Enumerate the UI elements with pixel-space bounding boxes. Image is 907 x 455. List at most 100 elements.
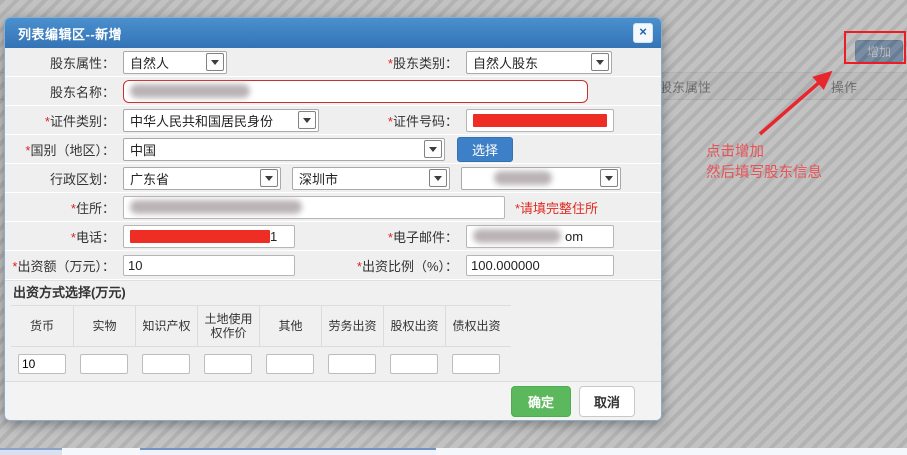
shareholder-name-label: 股东名称： <box>5 82 115 101</box>
cancel-button[interactable]: 取消 <box>579 386 635 417</box>
shareholder-attribute-label: 股东属性： <box>5 53 115 72</box>
phone-visible-suffix: 1 <box>270 229 277 244</box>
capital-ratio-input[interactable] <box>466 255 614 276</box>
email-label: *电子邮件： <box>343 227 458 246</box>
capital-ip-input[interactable] <box>142 354 190 374</box>
redacted-certificate-number <box>473 114 607 127</box>
capital-amount-input[interactable] <box>123 255 295 276</box>
chevron-down-icon[interactable] <box>260 169 278 187</box>
capital-labor-input[interactable] <box>328 354 376 374</box>
label-text: 国别（地区）： <box>30 143 115 158</box>
address-input[interactable] <box>123 196 505 219</box>
capital-currency-input[interactable] <box>18 354 66 374</box>
capital-col-header: 货币 <box>11 306 73 346</box>
bottom-strip-segment <box>0 448 62 455</box>
capital-method-input-row <box>11 347 511 381</box>
address-note: *请填完整住所 <box>515 198 598 217</box>
district-province-select[interactable]: 广东省 <box>123 167 281 190</box>
chevron-down-icon[interactable] <box>206 53 224 71</box>
email-input[interactable]: om <box>466 225 614 248</box>
annotation-line-1: 点击增加 <box>706 142 822 163</box>
phone-input[interactable]: 1 <box>123 225 295 248</box>
bottom-strip-segment <box>140 448 436 455</box>
label-text: 股东名称： <box>50 85 115 100</box>
form-row-shareholder-name: 股东名称： <box>5 77 661 106</box>
country-select-button[interactable]: 选择 <box>457 137 513 162</box>
capital-landuse-input[interactable] <box>204 354 252 374</box>
capital-col-header: 股权出资 <box>383 306 445 346</box>
label-text: 住所： <box>76 201 115 216</box>
dialog-title: 列表编辑区--新增 <box>18 24 122 43</box>
capital-col-header: 债权出资 <box>445 306 507 346</box>
capital-debt-input[interactable] <box>452 354 500 374</box>
label-text: 股东属性： <box>50 56 115 71</box>
form-row-capital: *出资额（万元）： *出资比例（%）： <box>5 251 661 280</box>
capital-method-section: 出资方式选择(万元) 货币 实物 知识产权 土地使用权作价 其他 劳务出资 股权… <box>5 280 661 381</box>
redacted-name <box>130 84 250 98</box>
form-row-district: 行政区划： 广东省 深圳市 <box>5 164 661 193</box>
shareholder-name-input[interactable] <box>123 80 588 103</box>
combo-value: 中华人民共和国居民身份 <box>130 111 273 130</box>
redacted-phone <box>130 230 270 243</box>
close-icon[interactable]: × <box>633 23 653 43</box>
label-text: 出资比例（%）： <box>362 259 458 274</box>
combo-value: 广东省 <box>130 169 169 188</box>
combo-value: 自然人 <box>130 53 169 72</box>
label-text: 证件类别： <box>50 114 115 129</box>
district-county-select[interactable] <box>461 167 621 190</box>
confirm-button[interactable]: 确定 <box>511 386 571 417</box>
label-text: 电话： <box>76 230 115 245</box>
label-text: 股东类别： <box>393 56 458 71</box>
dialog-titlebar: 列表编辑区--新增 × <box>5 18 661 48</box>
annotation-note: 点击增加 然后填写股东信息 <box>706 142 822 184</box>
phone-label: *电话： <box>5 227 115 246</box>
country-select[interactable]: 中国 <box>123 138 445 161</box>
combo-value: 深圳市 <box>299 169 338 188</box>
certificate-number-input[interactable] <box>466 109 614 132</box>
add-button-highlight-box <box>844 31 906 64</box>
chevron-down-icon[interactable] <box>424 140 442 158</box>
shareholder-category-select[interactable]: 自然人股东 <box>466 51 612 74</box>
dialog-footer: 确定 取消 <box>5 381 661 420</box>
certificate-number-label: *证件号码： <box>343 111 458 130</box>
combo-value: 中国 <box>130 140 156 159</box>
email-visible-suffix: om <box>565 229 583 244</box>
form-row-address: *住所： *请填完整住所 <box>5 193 661 222</box>
chevron-down-icon[interactable] <box>591 53 609 71</box>
capital-col-header: 知识产权 <box>135 306 197 346</box>
form-row-phone-email: *电话： 1 *电子邮件： om <box>5 222 661 251</box>
capital-inkind-input[interactable] <box>80 354 128 374</box>
form-row-country: *国别（地区）： 中国 选择 <box>5 135 661 164</box>
capital-equity-input[interactable] <box>390 354 438 374</box>
capital-method-title: 出资方式选择(万元) <box>5 281 661 305</box>
edit-dialog: 列表编辑区--新增 × 股东属性： 自然人 *股东类别： 自然人股东 股东名称： <box>4 17 662 421</box>
capital-other-input[interactable] <box>266 354 314 374</box>
shareholder-attribute-select[interactable]: 自然人 <box>123 51 227 74</box>
page-bottom-strip <box>0 448 907 455</box>
label-text: 电子邮件： <box>393 230 458 245</box>
address-label: *住所： <box>5 198 115 217</box>
combo-value: 自然人股东 <box>473 53 538 72</box>
capital-ratio-label: *出资比例（%）： <box>343 256 458 275</box>
label-text: 证件号码： <box>393 114 458 129</box>
form-row-shareholder-attr-category: 股东属性： 自然人 *股东类别： 自然人股东 <box>5 48 661 77</box>
chevron-down-icon[interactable] <box>429 169 447 187</box>
chevron-down-icon[interactable] <box>298 111 316 129</box>
capital-method-header-row: 货币 实物 知识产权 土地使用权作价 其他 劳务出资 股权出资 债权出资 <box>11 305 511 347</box>
label-text: 行政区划： <box>50 172 115 187</box>
capital-amount-label: *出资额（万元）： <box>5 256 115 275</box>
certificate-type-select[interactable]: 中华人民共和国居民身份 <box>123 109 319 132</box>
certificate-type-label: *证件类别： <box>5 111 115 130</box>
chevron-down-icon[interactable] <box>600 169 618 187</box>
label-text: 出资额（万元）： <box>17 259 115 274</box>
redacted-address <box>130 200 302 214</box>
capital-col-header: 实物 <box>73 306 135 346</box>
redacted-county <box>494 171 552 185</box>
capital-col-header: 土地使用权作价 <box>197 306 259 346</box>
country-label: *国别（地区）： <box>5 140 115 159</box>
shareholder-category-label: *股东类别： <box>343 53 458 72</box>
capital-col-header: 劳务出资 <box>321 306 383 346</box>
district-city-select[interactable]: 深圳市 <box>292 167 450 190</box>
annotation-line-2: 然后填写股东信息 <box>706 163 822 184</box>
form-row-certificate: *证件类别： 中华人民共和国居民身份 *证件号码： <box>5 106 661 135</box>
